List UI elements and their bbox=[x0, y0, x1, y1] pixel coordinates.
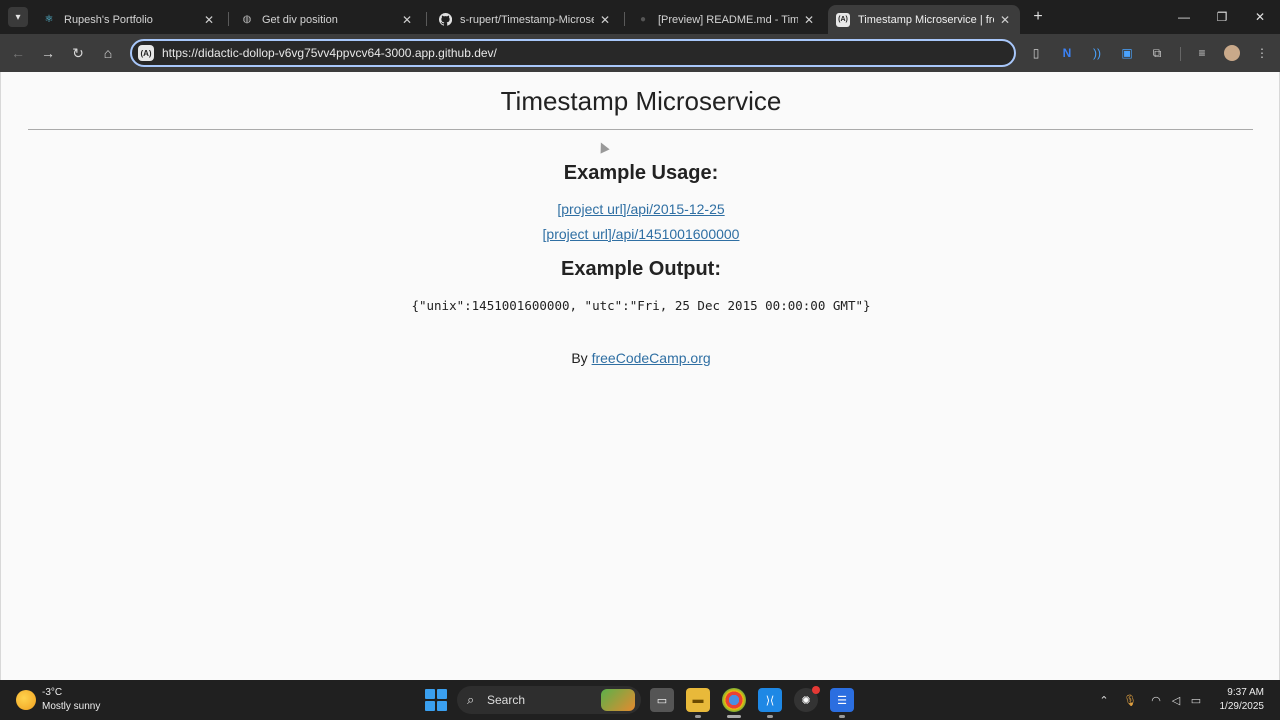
minimize-button[interactable]: — bbox=[1172, 6, 1196, 28]
freecodecamp-link[interactable]: freeCodeCamp.org bbox=[592, 350, 711, 366]
site-info-icon[interactable]: (A) bbox=[138, 45, 154, 61]
tab-title: Rupesh's Portfolio bbox=[64, 13, 153, 26]
wifi-icon[interactable]: ◠ bbox=[1148, 692, 1164, 708]
tab-close-icon[interactable]: ✕ bbox=[998, 13, 1012, 27]
reload-button[interactable]: ↻ bbox=[68, 43, 88, 63]
arrow-right-icon: → bbox=[41, 45, 55, 61]
clock-date[interactable]: 1/29/2025 bbox=[1200, 701, 1265, 712]
microphone-icon[interactable]: 🎙 bbox=[1122, 692, 1138, 708]
tab-title: Get div position bbox=[262, 13, 338, 26]
tab-title: Timestamp Microservice | freeCodeCamp bbox=[858, 13, 994, 26]
weather-temperature[interactable]: -3°C bbox=[42, 687, 62, 698]
taskbar-search[interactable]: ⌕ Search bbox=[457, 686, 641, 714]
tab-get-div-position[interactable]: ◍ Get div position ✕ bbox=[232, 5, 422, 34]
tab-readme-preview[interactable]: ● [Preview] README.md - Timestamp ✕ bbox=[628, 5, 824, 34]
byline: By freeCodeCamp.org bbox=[1, 350, 1280, 366]
example-output-code: {"unix":1451001600000, "utc":"Fri, 25 De… bbox=[411, 298, 871, 313]
task-view-icon[interactable]: ▭ bbox=[650, 688, 674, 712]
page-content: Timestamp Microservice Example Usage: [p… bbox=[0, 72, 1280, 680]
github-icon bbox=[438, 13, 452, 27]
extension-screen-icon[interactable]: ▣ bbox=[1117, 43, 1137, 63]
file-explorer-icon[interactable]: ▬ bbox=[686, 688, 710, 718]
tab-separator bbox=[228, 12, 229, 26]
notepad-icon[interactable]: ☰ bbox=[830, 688, 854, 718]
restore-button[interactable]: ❐ bbox=[1210, 6, 1234, 28]
globe-icon: ◍ bbox=[242, 14, 252, 25]
tab-strip: ▾ ⚛ Rupesh's Portfolio ✕ ◍ Get div posit… bbox=[0, 0, 1280, 34]
chatgpt-icon[interactable]: ✺ bbox=[794, 686, 820, 712]
back-button[interactable]: ← bbox=[8, 43, 28, 63]
weather-sun-icon[interactable] bbox=[16, 690, 36, 710]
usage-heading: Example Usage: bbox=[563, 162, 719, 184]
windows-start-icon[interactable] bbox=[425, 689, 447, 711]
tab-close-icon[interactable]: ✕ bbox=[802, 13, 816, 27]
vscode-icon: ● bbox=[639, 14, 647, 25]
taskbar: -3°C Mostly sunny ⌕ Search ▭ ▬ ⟩⟨ ✺ ☰ ⌃ … bbox=[0, 680, 1280, 720]
extension-mouse-icon[interactable]: ▯ bbox=[1026, 43, 1046, 63]
chevron-down-icon: ▾ bbox=[15, 11, 21, 23]
tab-timestamp-microservice[interactable]: (A) Timestamp Microservice | freeCodeCam… bbox=[828, 5, 1020, 34]
restore-icon: ❐ bbox=[1216, 10, 1228, 24]
menu-kebab-icon[interactable]: ⋮ bbox=[1252, 43, 1272, 63]
address-bar[interactable]: (A) bbox=[130, 39, 1016, 67]
tab-rupesh-portfolio[interactable]: ⚛ Rupesh's Portfolio ✕ bbox=[34, 5, 224, 34]
site-a-icon: (A) bbox=[836, 12, 850, 27]
reading-list-icon[interactable]: ≡ bbox=[1192, 43, 1212, 63]
reload-icon: ↻ bbox=[72, 44, 84, 61]
page-title: Timestamp Microservice bbox=[500, 86, 782, 116]
react-icon: ⚛ bbox=[44, 14, 54, 25]
url-input[interactable] bbox=[162, 46, 1014, 60]
chrome-icon[interactable] bbox=[722, 688, 746, 718]
mouse-cursor-icon bbox=[596, 140, 610, 154]
tab-close-icon[interactable]: ✕ bbox=[400, 13, 414, 27]
browser-toolbar: ← → ↻ ⌂ (A) ▯ N )) ▣ ⧉ ≡ ⋮ bbox=[0, 34, 1280, 72]
byline-prefix: By bbox=[571, 350, 592, 366]
extension-waves-icon[interactable]: )) bbox=[1087, 43, 1107, 63]
toolbar-separator bbox=[1180, 47, 1181, 61]
profile-avatar-icon[interactable] bbox=[1222, 43, 1242, 63]
output-heading: Example Output: bbox=[560, 258, 721, 280]
tab-title: [Preview] README.md - Timestamp bbox=[658, 13, 798, 26]
tray-overflow-chevron-icon[interactable]: ⌃ bbox=[1096, 692, 1112, 708]
search-icon: ⌕ bbox=[467, 692, 475, 707]
minimize-icon: — bbox=[1178, 10, 1190, 24]
volume-icon[interactable]: ◁ bbox=[1168, 692, 1184, 708]
weather-description[interactable]: Mostly sunny bbox=[42, 701, 100, 712]
vscode-taskbar-icon[interactable]: ⟩⟨ bbox=[758, 688, 782, 718]
arrow-left-icon: ← bbox=[11, 45, 25, 61]
tab-close-icon[interactable]: ✕ bbox=[598, 13, 612, 27]
example-link-date[interactable]: [project url]/api/2015-12-25 bbox=[557, 201, 724, 217]
close-icon: ✕ bbox=[1254, 10, 1266, 24]
example-link-unix[interactable]: [project url]/api/1451001600000 bbox=[543, 226, 740, 242]
extensions-puzzle-icon[interactable]: ⧉ bbox=[1147, 43, 1167, 63]
search-label: Search bbox=[487, 693, 526, 707]
search-highlight-icon bbox=[601, 689, 635, 711]
clock-time[interactable]: 9:37 AM bbox=[1212, 687, 1264, 698]
tab-search-button[interactable]: ▾ bbox=[8, 7, 28, 27]
tab-close-icon[interactable]: ✕ bbox=[202, 13, 216, 27]
tab-github-repo[interactable]: s-rupert/Timestamp-Microservice ✕ bbox=[430, 5, 620, 34]
tab-separator bbox=[624, 12, 625, 26]
home-button[interactable]: ⌂ bbox=[98, 43, 118, 63]
home-icon: ⌂ bbox=[103, 45, 113, 61]
tab-separator bbox=[426, 12, 427, 26]
close-window-button[interactable]: ✕ bbox=[1248, 6, 1272, 28]
tab-title: s-rupert/Timestamp-Microservice bbox=[460, 13, 594, 26]
forward-button[interactable]: → bbox=[38, 43, 58, 63]
divider bbox=[28, 129, 1253, 130]
extension-n-icon[interactable]: N bbox=[1057, 43, 1077, 63]
example-link-unix-row: [project url]/api/1451001600000 bbox=[1, 226, 1280, 242]
new-tab-button[interactable]: + bbox=[1028, 7, 1048, 27]
plus-icon: + bbox=[1033, 8, 1043, 25]
example-link-date-row: [project url]/api/2015-12-25 bbox=[1, 201, 1280, 217]
